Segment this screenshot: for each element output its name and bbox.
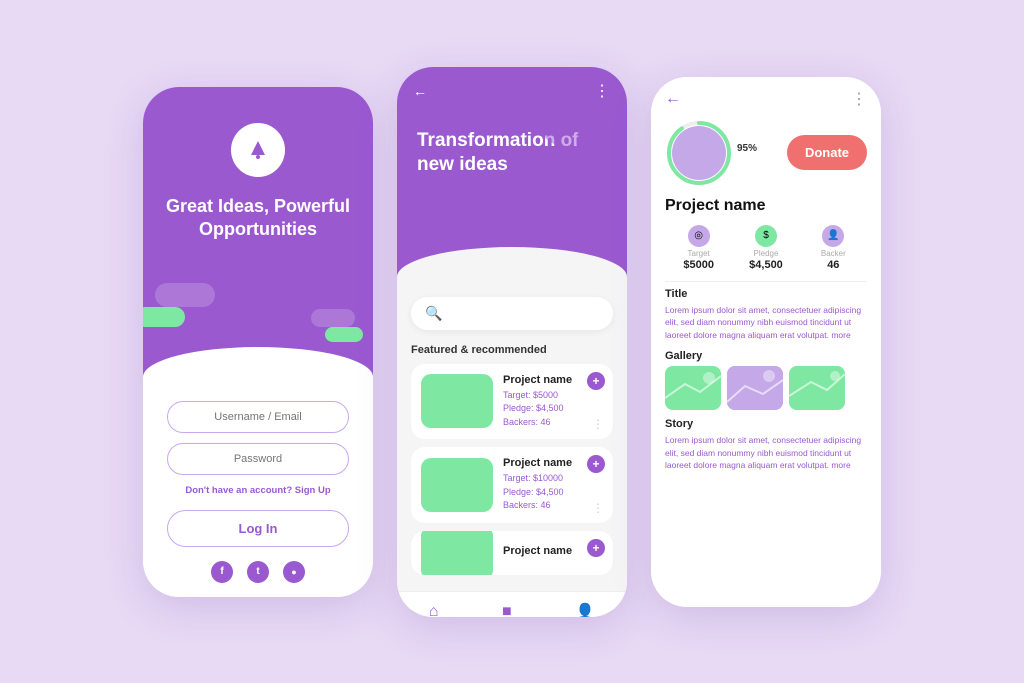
cloud-decor-2 bbox=[311, 309, 355, 327]
featured-label: Featured & recommended bbox=[411, 344, 613, 356]
profile-nav-icon[interactable]: 👤 bbox=[575, 602, 595, 617]
target-icon: ◎ bbox=[688, 225, 710, 247]
pledge-value: $4,500 bbox=[749, 259, 783, 271]
detail-content: ← ⋮ 95% Donate Project name bbox=[651, 77, 881, 607]
story-more-link[interactable]: more bbox=[831, 460, 850, 470]
password-field[interactable] bbox=[167, 443, 349, 475]
back-icon[interactable]: ← bbox=[413, 83, 427, 99]
project-thumbnail-2 bbox=[421, 458, 493, 512]
project-backers-1: Backers: 46 bbox=[503, 416, 603, 430]
search-icon: 🔍 bbox=[425, 305, 442, 322]
login-headline: Great Ideas, Powerful Opportunities bbox=[143, 195, 373, 242]
social-links: f t ● bbox=[211, 561, 305, 583]
project-thumbnail-1 bbox=[421, 374, 493, 428]
twitter-icon[interactable]: t bbox=[247, 561, 269, 583]
project-pledge-1: Pledge: $4,500 bbox=[503, 402, 603, 416]
backer-icon: 👤 bbox=[822, 225, 844, 247]
project-card-1[interactable]: Project name Target: $5000 Pledge: $4,50… bbox=[411, 364, 613, 440]
search-area: 🔍 bbox=[397, 287, 627, 336]
project-card-3[interactable]: Project name + bbox=[411, 531, 613, 575]
project-thumbnail-3 bbox=[421, 531, 493, 575]
decor-circle-small bbox=[577, 117, 613, 153]
backer-label: Backer bbox=[821, 249, 846, 258]
backer-value: 46 bbox=[827, 259, 839, 271]
title-section-label: Title bbox=[665, 288, 867, 300]
title-section-text: Lorem ipsum dolor sit amet, consectetuer… bbox=[665, 304, 867, 342]
stat-target: ◎ Target $5000 bbox=[665, 225, 732, 271]
gallery-img-1[interactable] bbox=[665, 366, 721, 410]
target-value: $5000 bbox=[683, 259, 714, 271]
detail-nav: ← ⋮ bbox=[665, 89, 867, 109]
cloud-decor-1 bbox=[155, 283, 215, 307]
card-more-2[interactable]: ⋮ bbox=[592, 501, 605, 515]
project-card-2[interactable]: Project name Target: $10000 Pledge: $4,5… bbox=[411, 447, 613, 523]
signup-prompt: Don't have an account? Sign Up bbox=[185, 485, 330, 496]
project-title: Project name bbox=[665, 197, 867, 215]
app-logo bbox=[231, 123, 285, 177]
username-field[interactable] bbox=[167, 401, 349, 433]
detail-more-icon[interactable]: ⋮ bbox=[851, 89, 867, 109]
instagram-icon[interactable]: ● bbox=[283, 561, 305, 583]
login-button[interactable]: Log In bbox=[167, 510, 349, 547]
green-cloud-1 bbox=[143, 307, 185, 327]
card-more-1[interactable]: ⋮ bbox=[592, 417, 605, 431]
gallery-img-2[interactable] bbox=[727, 366, 783, 410]
wave-divider bbox=[143, 347, 373, 387]
add-project-btn-1[interactable]: + bbox=[587, 372, 605, 390]
target-label: Target bbox=[688, 249, 710, 258]
phone-detail: ← ⋮ 95% Donate Project name bbox=[651, 77, 881, 607]
project-backers-2: Backers: 46 bbox=[503, 499, 603, 513]
stat-pledge: $ Pledge $4,500 bbox=[732, 225, 799, 271]
project-avatar bbox=[672, 126, 726, 180]
bottom-nav: ⌂ ■ 👤 bbox=[397, 591, 627, 617]
gallery-img-3[interactable] bbox=[789, 366, 845, 410]
wave-divider-2 bbox=[397, 247, 627, 287]
project-target-2: Target: $10000 bbox=[503, 472, 603, 486]
pledge-label: Pledge bbox=[754, 249, 779, 258]
gallery-label: Gallery bbox=[665, 350, 867, 362]
title-more-link[interactable]: more bbox=[831, 330, 850, 340]
progress-percent: 95% bbox=[737, 143, 757, 154]
stat-backer: 👤 Backer 46 bbox=[800, 225, 867, 271]
project-avatar-wrap: 95% bbox=[665, 119, 733, 187]
home-nav-icon[interactable]: ⌂ bbox=[429, 603, 439, 617]
phone-discover: ← ⋮ Transformation of new ideas 🔍 Featur… bbox=[397, 67, 627, 617]
story-text: Lorem ipsum dolor sit amet, consectetuer… bbox=[665, 434, 867, 472]
featured-section: Featured & recommended Project name Targ… bbox=[397, 336, 627, 591]
project-pledge-2: Pledge: $4,500 bbox=[503, 486, 603, 500]
add-project-btn-3[interactable]: + bbox=[587, 539, 605, 557]
grid-nav-icon[interactable]: ■ bbox=[502, 603, 512, 617]
add-project-btn-2[interactable]: + bbox=[587, 455, 605, 473]
back-icon-detail[interactable]: ← bbox=[665, 90, 681, 108]
green-cloud-2 bbox=[325, 327, 363, 342]
project-header: 95% Donate bbox=[665, 119, 867, 187]
project-target-1: Target: $5000 bbox=[503, 389, 603, 403]
donate-button[interactable]: Donate bbox=[787, 135, 867, 170]
search-bar[interactable]: 🔍 bbox=[411, 297, 613, 330]
facebook-icon[interactable]: f bbox=[211, 561, 233, 583]
app-showcase: Great Ideas, Powerful Opportunities Don'… bbox=[113, 37, 911, 647]
story-label: Story bbox=[665, 418, 867, 430]
stats-row: ◎ Target $5000 $ Pledge $4,500 👤 Backer … bbox=[665, 225, 867, 271]
login-form: Don't have an account? Sign Up Log In f … bbox=[143, 387, 373, 597]
gallery-row bbox=[665, 366, 867, 410]
more-icon[interactable]: ⋮ bbox=[594, 81, 611, 101]
pledge-icon: $ bbox=[755, 225, 777, 247]
phone-login: Great Ideas, Powerful Opportunities Don'… bbox=[143, 87, 373, 597]
